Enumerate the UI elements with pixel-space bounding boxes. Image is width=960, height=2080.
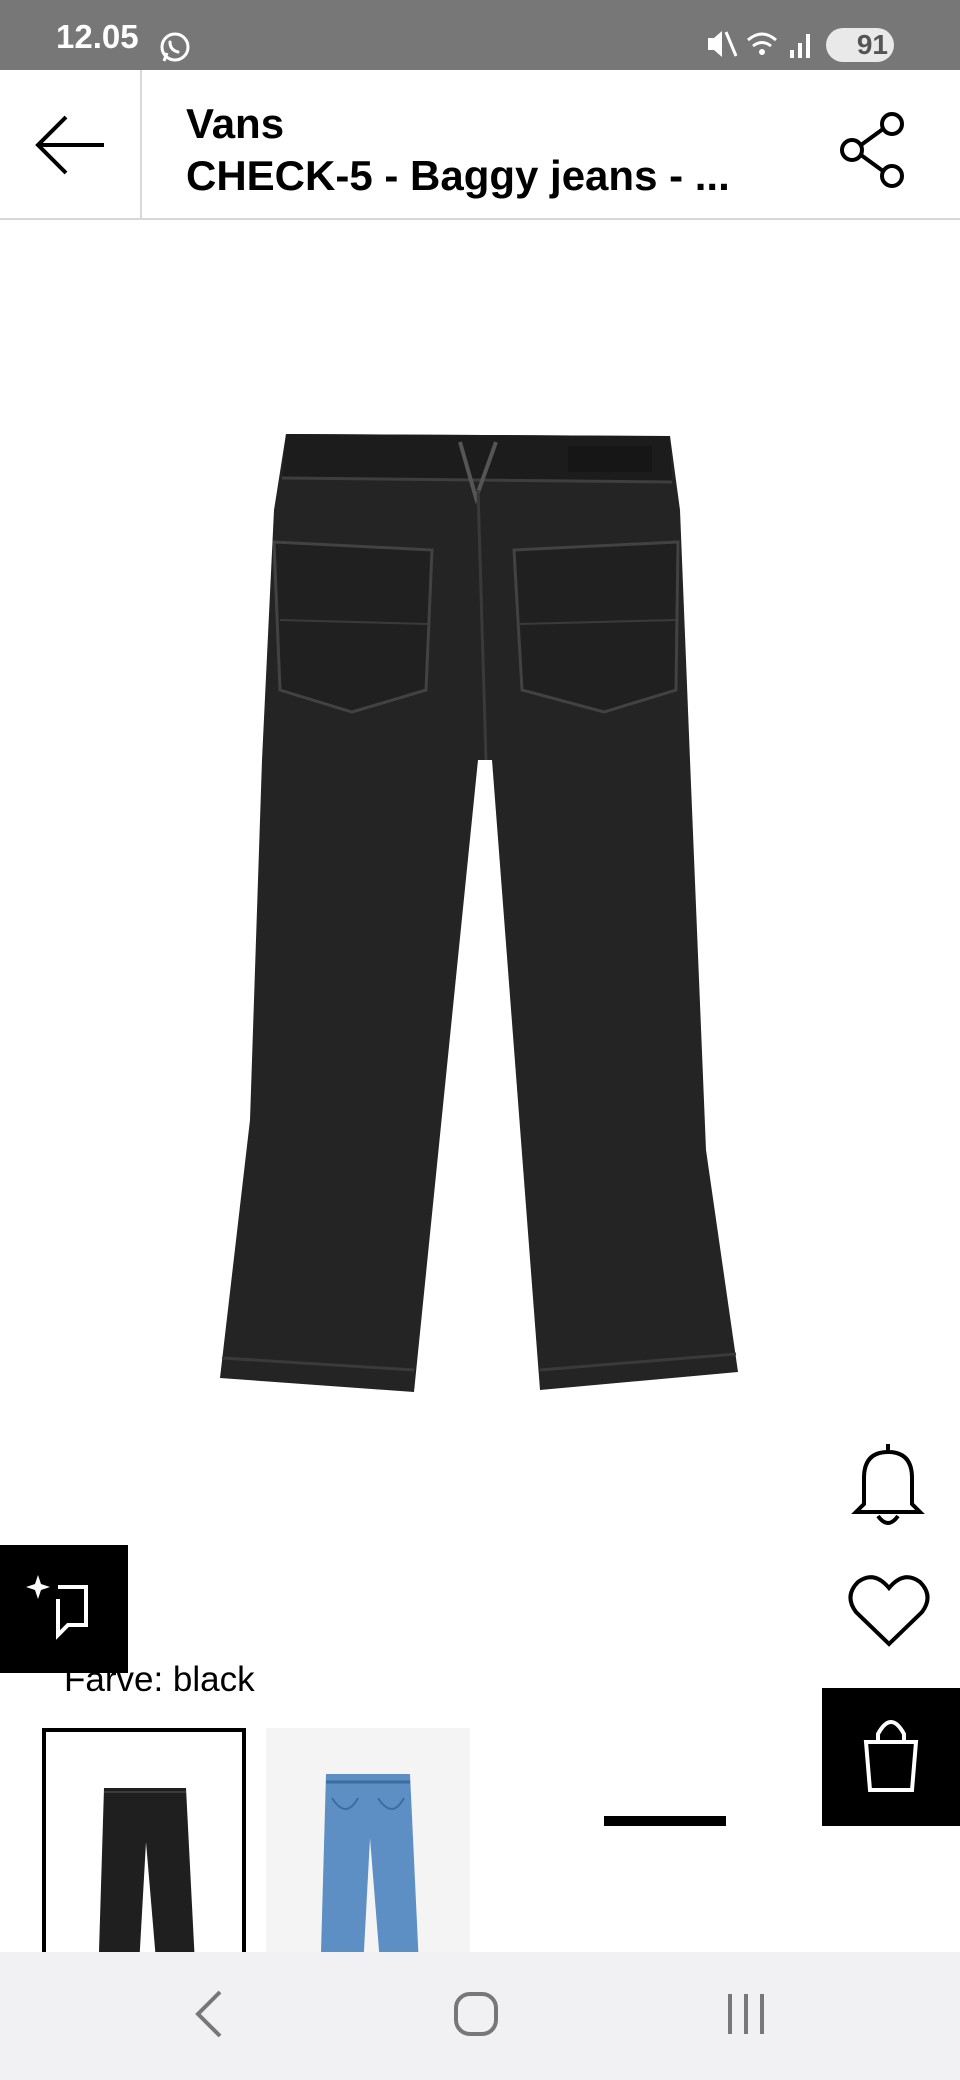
color-swatch-blue[interactable] <box>266 1728 470 1988</box>
heart-icon <box>848 1575 930 1647</box>
share-button[interactable] <box>836 110 916 190</box>
gallery-page-indicator <box>604 1816 726 1826</box>
nav-recents-icon[interactable] <box>720 1988 772 2040</box>
shopping-bag-icon <box>863 1720 919 1792</box>
status-time: 12.05 <box>56 18 139 55</box>
wishlist-button[interactable] <box>846 1572 932 1652</box>
battery-indicator: 91 <box>826 28 894 62</box>
nav-home-icon[interactable] <box>450 1988 504 2040</box>
arrow-left-icon <box>35 115 104 175</box>
color-swatch-black[interactable] <box>42 1728 246 1988</box>
product-image-gallery[interactable] <box>0 220 960 1826</box>
stock-alert-button[interactable] <box>848 1438 928 1528</box>
swatch-image-blue <box>320 1774 420 1988</box>
product-title: CHECK-5 - Baggy jeans - ... <box>186 152 730 199</box>
bell-icon <box>851 1444 925 1525</box>
share-icon <box>840 112 904 188</box>
ai-assistant-button[interactable] <box>0 1545 128 1673</box>
color-label: Farve: black <box>64 1660 255 1699</box>
top-app-bar: Vans CHECK-5 - Baggy jeans - ... <box>0 70 960 220</box>
add-to-bag-button[interactable] <box>822 1688 960 1826</box>
brand-name: Vans <box>186 100 285 147</box>
whatsapp-icon <box>158 30 192 69</box>
product-image <box>220 434 738 1392</box>
sparkle-shop-icon <box>26 1575 88 1640</box>
nav-back-icon[interactable] <box>190 1988 230 2040</box>
status-bar: 12.05 91 <box>0 0 960 70</box>
swatch-image-black <box>98 1788 196 1984</box>
system-navigation-bar <box>0 1952 960 2080</box>
back-button[interactable] <box>0 70 142 218</box>
